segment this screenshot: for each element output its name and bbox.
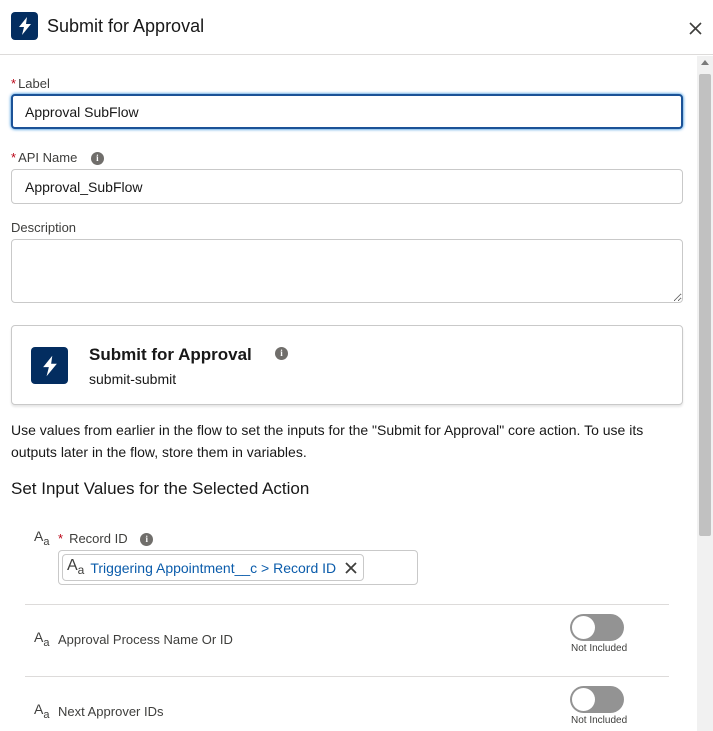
section-title: Set Input Values for the Selected Action bbox=[11, 479, 310, 498]
lightning-icon bbox=[11, 12, 38, 40]
toggle-status-text: Not Included bbox=[571, 643, 628, 654]
approval-process-toggle[interactable] bbox=[570, 614, 624, 641]
api-name-field-label: * API Name i bbox=[11, 150, 104, 166]
scroll-up-arrow-icon[interactable] bbox=[701, 60, 709, 65]
text-type-icon: Aa bbox=[34, 528, 50, 548]
remove-pill-button[interactable] bbox=[343, 560, 359, 576]
required-mark: * bbox=[11, 150, 17, 165]
info-icon[interactable]: i bbox=[140, 533, 154, 547]
info-icon[interactable]: i bbox=[90, 152, 104, 166]
row-divider bbox=[25, 676, 669, 677]
resource-pill-label: Triggering Appointment__c > Record ID bbox=[90, 559, 337, 576]
vertical-scrollbar[interactable] bbox=[697, 56, 713, 731]
scroll-thumb[interactable] bbox=[699, 74, 711, 536]
toggle-knob bbox=[572, 616, 595, 639]
lightning-icon bbox=[31, 347, 68, 384]
record-id-label: * Record ID i bbox=[58, 531, 154, 547]
action-card-title: Submit for Approval bbox=[89, 345, 252, 364]
text-type-icon: Aa bbox=[34, 701, 50, 721]
label-input[interactable] bbox=[11, 94, 683, 129]
next-approver-toggle[interactable] bbox=[570, 686, 624, 713]
label-field-label: * Label bbox=[11, 76, 50, 91]
modal-body: *Label *API Name i Description Submit fo… bbox=[0, 56, 696, 731]
row-divider bbox=[25, 604, 669, 605]
description-textarea[interactable] bbox=[11, 239, 683, 303]
record-id-resource-input[interactable]: Aa Triggering Appointment__c > Record ID bbox=[58, 550, 418, 585]
info-icon[interactable]: i bbox=[275, 347, 288, 360]
approval-process-label: Approval Process Name Or ID bbox=[58, 632, 233, 647]
required-mark: * bbox=[58, 531, 64, 546]
next-approver-label: Next Approver IDs bbox=[58, 704, 164, 719]
resource-pill[interactable]: Aa Triggering Appointment__c > Record ID bbox=[62, 554, 365, 581]
text-type-icon: Aa bbox=[34, 629, 50, 649]
text-type-icon: Aa bbox=[67, 557, 85, 578]
toggle-status-text: Not Included bbox=[571, 715, 628, 726]
close-icon bbox=[688, 21, 702, 35]
action-card: Submit for Approval i submit-submit bbox=[11, 325, 683, 405]
modal-title: Submit for Approval bbox=[47, 16, 205, 36]
api-name-input[interactable] bbox=[11, 169, 683, 204]
toggle-knob bbox=[572, 688, 595, 711]
description-field-label: Description bbox=[11, 220, 77, 235]
modal-header: Submit for Approval bbox=[0, 0, 713, 55]
required-mark: * bbox=[11, 76, 17, 91]
help-text: Use values from earlier in the flow to s… bbox=[11, 422, 644, 460]
action-card-subtitle: submit-submit bbox=[89, 371, 177, 387]
close-button[interactable] bbox=[684, 17, 706, 39]
close-icon bbox=[345, 561, 357, 574]
